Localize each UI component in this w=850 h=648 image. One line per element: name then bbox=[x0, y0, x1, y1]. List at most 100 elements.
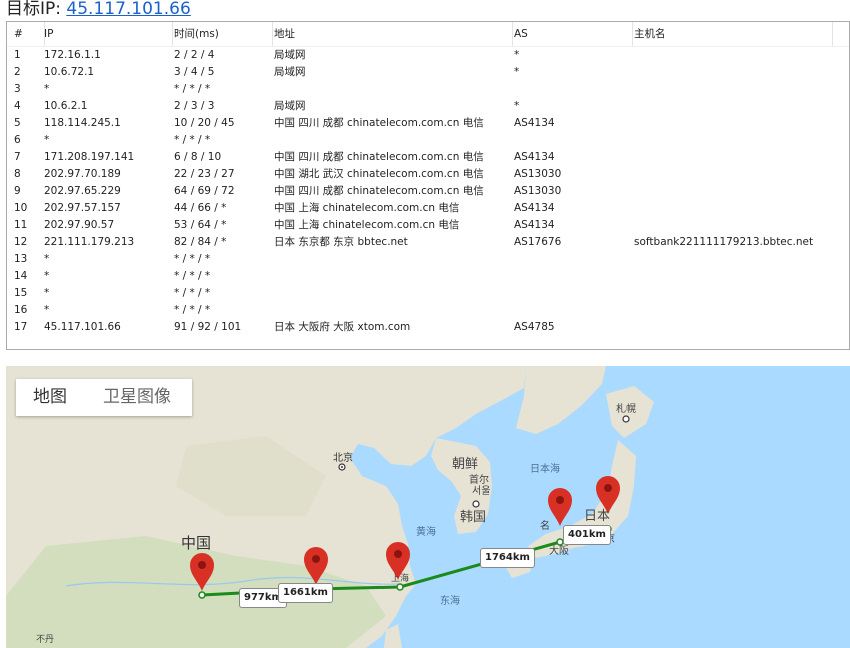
table-row: 6 * * / * / * bbox=[7, 132, 849, 149]
distance-label: 1764km bbox=[480, 548, 535, 568]
hop-as bbox=[514, 132, 632, 149]
hop-number: 12 bbox=[14, 236, 28, 248]
hop-time: 44 / 66 / * bbox=[174, 202, 227, 214]
table-row: 3 * * / * / * bbox=[7, 81, 849, 98]
table-row: 14 * * / * / * bbox=[7, 268, 849, 285]
hop-as: AS4785 bbox=[514, 321, 555, 333]
hop-ip: 45.117.101.66 bbox=[44, 321, 121, 333]
target-ip-link[interactable]: 45.117.101.66 bbox=[66, 0, 190, 19]
hop-time: * / * / * bbox=[174, 270, 211, 282]
table-row: 1 172.16.1.1 2 / 2 / 4 局域网 * bbox=[7, 47, 849, 64]
hop-hostname bbox=[634, 285, 832, 302]
hop-number: 16 bbox=[14, 304, 28, 316]
hop-time: 6 / 8 / 10 bbox=[174, 151, 222, 163]
hop-address bbox=[274, 285, 512, 302]
hop-as bbox=[514, 302, 632, 319]
hop-address: 日本 东京都 东京 bbtec.net bbox=[274, 236, 408, 248]
table-row: 16 * * / * / * bbox=[7, 302, 849, 319]
tab-satellite[interactable]: 卫星图像 bbox=[103, 379, 171, 416]
traceroute-table: # IP 时间(ms) 地址 AS 主机名 1 172.16.1.1 2 / 2 /… bbox=[6, 21, 850, 350]
hop-time: 2 / 2 / 4 bbox=[174, 49, 215, 61]
label-shanghai: 上海 bbox=[391, 572, 409, 584]
hop-as: AS4134 bbox=[514, 219, 555, 231]
map-type-switcher: 地图 卫星图像 bbox=[16, 379, 192, 416]
hop-ip: 172.16.1.1 bbox=[44, 49, 101, 61]
table-header-row: # IP 时间(ms) 地址 AS 主机名 bbox=[7, 22, 849, 47]
hop-hostname bbox=[634, 217, 832, 234]
hop-as: AS17676 bbox=[514, 236, 562, 248]
hop-ip: 221.111.179.213 bbox=[44, 236, 135, 248]
table-row: 15 * * / * / * bbox=[7, 285, 849, 302]
hop-time: 64 / 69 / 72 bbox=[174, 185, 235, 197]
label-osaka: 大阪 bbox=[549, 544, 569, 557]
label-north-korea: 朝鲜 bbox=[452, 457, 478, 472]
hop-number: 17 bbox=[14, 321, 28, 333]
hop-time: * / * / * bbox=[174, 287, 211, 299]
hop-address: 中国 湖北 武汉 chinatelecom.com.cn 电信 bbox=[274, 168, 484, 180]
label-beijing: 北京 bbox=[333, 451, 353, 464]
hop-hostname bbox=[634, 81, 832, 98]
col-header-hostname: 主机名 bbox=[634, 22, 833, 46]
table-row: 5 118.114.245.1 10 / 20 / 45 中国 四川 成都 china… bbox=[7, 115, 849, 132]
hop-as bbox=[514, 285, 632, 302]
hop-address: 中国 四川 成都 chinatelecom.com.cn 电信 bbox=[274, 185, 484, 197]
tab-map[interactable]: 地图 bbox=[33, 379, 67, 416]
hop-ip: 202.97.70.189 bbox=[44, 168, 121, 180]
hop-ip: * bbox=[44, 134, 50, 146]
hop-number: 10 bbox=[14, 202, 28, 214]
hop-hostname bbox=[634, 115, 832, 132]
table-row: 13 * * / * / * bbox=[7, 251, 849, 268]
col-header-ip: IP bbox=[44, 22, 173, 46]
distance-label: 1661km bbox=[278, 583, 333, 603]
hop-as: * bbox=[514, 100, 520, 112]
label-bhutan: 不丹 bbox=[36, 634, 54, 645]
hop-ip: * bbox=[44, 83, 50, 95]
hop-address: 中国 上海 chinatelecom.com.cn 电信 bbox=[274, 202, 460, 214]
hop-ip: 202.97.65.229 bbox=[44, 185, 121, 197]
hop-ip: 118.114.245.1 bbox=[44, 117, 121, 129]
table-row: 4 10.6.2.1 2 / 3 / 3 局域网 * bbox=[7, 98, 849, 115]
hop-number: 14 bbox=[14, 270, 28, 282]
col-header-time: 时间(ms) bbox=[174, 22, 273, 46]
col-header-address: 地址 bbox=[274, 22, 513, 46]
hop-time: * / * / * bbox=[174, 253, 211, 265]
hop-time: 2 / 3 / 3 bbox=[174, 100, 215, 112]
hop-as: * bbox=[514, 49, 520, 61]
hop-hostname bbox=[634, 302, 832, 319]
table-row: 10 202.97.57.157 44 / 66 / * 中国 上海 chinatel… bbox=[7, 200, 849, 217]
hop-address: 中国 四川 成都 chinatelecom.com.cn 电信 bbox=[274, 151, 484, 163]
label-china: 中国 bbox=[181, 534, 211, 552]
hop-hostname bbox=[634, 166, 832, 183]
hop-address bbox=[274, 268, 512, 285]
table-row: 2 10.6.72.1 3 / 4 / 5 局域网 * bbox=[7, 64, 849, 81]
hop-hostname bbox=[634, 47, 832, 64]
hop-number: 9 bbox=[14, 185, 21, 197]
label-nagoya: 名 bbox=[540, 519, 550, 532]
route-map[interactable]: 北京 朝鲜 首尔 서울 韩国 日本海 黄海 东海 中国 札幌 日本 名 大阪 京… bbox=[6, 366, 850, 648]
hop-as bbox=[514, 251, 632, 268]
hop-address bbox=[274, 251, 512, 268]
label-sea-of-japan: 日本海 bbox=[530, 462, 560, 475]
table-row: 17 45.117.101.66 91 / 92 / 101 日本 大阪府 大阪 xt… bbox=[7, 319, 849, 336]
hop-as: AS4134 bbox=[514, 151, 555, 163]
hop-time: 3 / 4 / 5 bbox=[174, 66, 215, 78]
target-ip-heading: 目标IP: 45.117.101.66 bbox=[6, 0, 191, 20]
label-seoul-cn: 首尔 bbox=[469, 473, 489, 486]
hop-ip: * bbox=[44, 304, 50, 316]
hop-as bbox=[514, 268, 632, 285]
hop-ip: * bbox=[44, 287, 50, 299]
hop-address bbox=[274, 132, 512, 149]
hop-time: * / * / * bbox=[174, 304, 211, 316]
hop-number: 3 bbox=[14, 83, 21, 95]
hop-number: 4 bbox=[14, 100, 21, 112]
hop-time: * / * / * bbox=[174, 83, 211, 95]
hop-number: 5 bbox=[14, 117, 21, 129]
table-row: 9 202.97.65.229 64 / 69 / 72 中国 四川 成都 china… bbox=[7, 183, 849, 200]
label-sapporo: 札幌 bbox=[616, 402, 636, 415]
hop-hostname bbox=[634, 149, 832, 166]
hop-as: AS13030 bbox=[514, 185, 562, 197]
table-row: 7 171.208.197.141 6 / 8 / 10 中国 四川 成都 china… bbox=[7, 149, 849, 166]
hop-as: AS4134 bbox=[514, 117, 555, 129]
hop-hostname bbox=[634, 268, 832, 285]
hop-address: 中国 四川 成都 chinatelecom.com.cn 电信 bbox=[274, 117, 484, 129]
